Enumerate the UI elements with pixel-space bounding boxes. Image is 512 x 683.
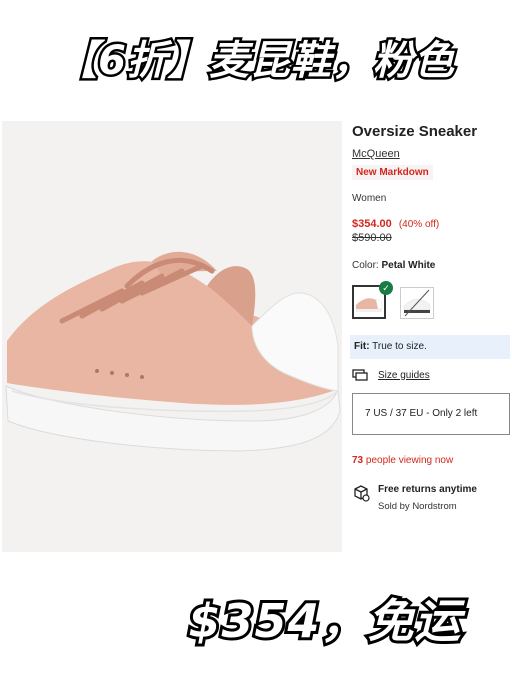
viewing-count: 73 xyxy=(352,455,364,466)
returns-info: Free returns anytime Sold by Nordstrom xyxy=(352,484,512,512)
color-line: Color: Petal White xyxy=(352,260,512,271)
discount-label: (40% off) xyxy=(398,219,440,230)
fit-value: True to size. xyxy=(372,341,427,352)
viewing-count-text: 73 people viewing now xyxy=(352,455,512,466)
box-return-icon xyxy=(354,485,370,502)
product-category: Women xyxy=(352,193,387,204)
size-select[interactable]: 7 US / 37 EU - Only 2 left xyxy=(352,393,510,435)
sale-price: $354.00 xyxy=(352,218,392,230)
brand-link[interactable]: McQueen xyxy=(352,148,400,160)
size-guides-link[interactable]: Size guides xyxy=(378,370,430,381)
markdown-badge: New Markdown xyxy=(352,165,433,180)
fit-label: Fit: xyxy=(354,341,370,352)
product-image[interactable] xyxy=(2,121,342,552)
bottom-banner-text: $354，免运 xyxy=(185,591,463,651)
top-banner-text: 【6折】麦昆鞋，粉色 xyxy=(55,36,457,87)
check-icon: ✓ xyxy=(379,281,393,295)
size-guides-row[interactable]: Size guides xyxy=(352,369,512,381)
product-info-panel: Oversize Sneaker McQueen New Markdown Wo… xyxy=(350,122,512,512)
color-value: Petal White xyxy=(381,260,436,271)
swatch-shoe-icon-unavailable xyxy=(403,289,431,317)
color-swatches: ✓ xyxy=(352,281,512,321)
sneaker-illustration xyxy=(2,121,342,552)
product-title: Oversize Sneaker xyxy=(352,123,478,140)
fit-info-bar: Fit: True to size. xyxy=(350,335,510,359)
returns-title: Free returns anytime xyxy=(378,484,477,495)
color-label: Color: xyxy=(352,260,379,271)
sold-by: Sold by Nordstrom xyxy=(378,501,457,512)
price-row: $354.00 (40% off) xyxy=(352,218,512,230)
swatch-unavailable[interactable] xyxy=(400,287,434,319)
original-price: $590.00 xyxy=(352,232,392,244)
viewing-label: people viewing now xyxy=(365,455,454,466)
ruler-icon xyxy=(352,369,368,381)
